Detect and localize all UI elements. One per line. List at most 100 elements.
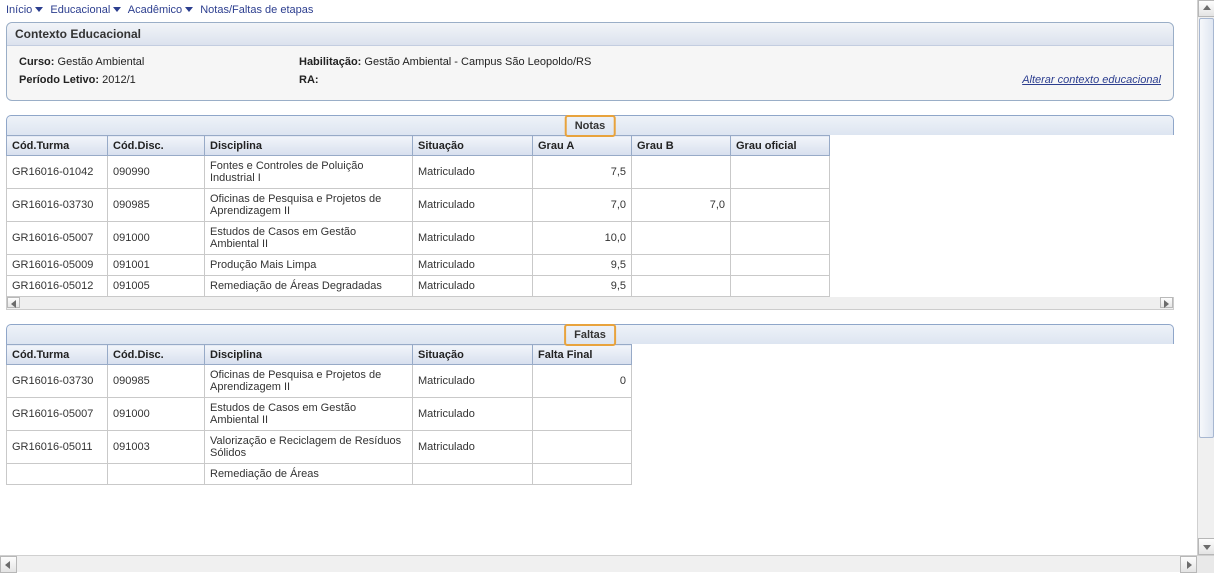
cell-cod-turma: GR16016-05009 [7,255,108,276]
cell-falta-final [533,431,632,464]
th-cod-disc[interactable]: Cód.Disc. [108,136,205,156]
alterar-contexto-link[interactable]: Alterar contexto educacional [1022,74,1161,86]
breadcrumb-item-educacional[interactable]: Educacional [50,4,110,16]
th-situacao[interactable]: Situação [413,345,533,365]
cell-cod-turma: GR16016-01042 [7,156,108,189]
cell-disciplina: Estudos de Casos em Gestão Ambiental II [205,222,413,255]
notas-table: Cód.Turma Cód.Disc. Disciplina Situação … [6,135,830,297]
cell-falta-final [533,398,632,431]
table-row[interactable]: GR16016-01042090990Fontes e Controles de… [7,156,830,189]
scroll-down-icon[interactable] [1198,538,1214,555]
chevron-down-icon [35,7,43,12]
cell-falta-final [533,464,632,485]
th-grau-a[interactable]: Grau A [533,136,632,156]
cell-cod-disc: 090985 [108,189,205,222]
breadcrumb-item-academico[interactable]: Acadêmico [128,4,182,16]
cell-situacao: Matriculado [413,276,533,297]
breadcrumb-item-notas-faltas[interactable]: Notas/Faltas de etapas [200,4,313,16]
cell-grau-a: 9,5 [533,255,632,276]
th-grau-oficial[interactable]: Grau oficial [731,136,830,156]
cell-disciplina: Estudos de Casos em Gestão Ambiental II [205,398,413,431]
periodo-value: 2012/1 [102,74,136,86]
cell-disciplina: Oficinas de Pesquisa e Projetos de Apren… [205,365,413,398]
faltas-section: Faltas Cód.Turma Cód.Disc. Disciplina Si… [6,324,1174,485]
chevron-down-icon [113,7,121,12]
th-situacao[interactable]: Situação [413,136,533,156]
table-row[interactable]: GR16016-05007091000Estudos de Casos em G… [7,398,632,431]
scroll-right-icon[interactable] [1180,556,1197,573]
scroll-left-icon[interactable] [0,556,17,573]
cell-grau-b [632,276,731,297]
scroll-thumb[interactable] [1199,18,1214,438]
table-row[interactable]: Remediação de Áreas [7,464,632,485]
cell-disciplina: Valorização e Reciclagem de Resíduos Sól… [205,431,413,464]
table-row[interactable]: GR16016-05011091003Valorização e Recicla… [7,431,632,464]
cell-cod-disc: 091000 [108,222,205,255]
cell-grau-a: 7,0 [533,189,632,222]
th-falta-final[interactable]: Falta Final [533,345,632,365]
cell-situacao: Matriculado [413,222,533,255]
cell-cod-turma [7,464,108,485]
th-cod-turma[interactable]: Cód.Turma [7,136,108,156]
table-row[interactable]: GR16016-05007091000Estudos de Casos em G… [7,222,830,255]
cell-grau-a: 10,0 [533,222,632,255]
chevron-down-icon [185,7,193,12]
cell-grau-b [632,255,731,276]
cell-cod-disc: 091000 [108,398,205,431]
habilitacao-label: Habilitação: [299,56,361,68]
cell-cod-turma: GR16016-03730 [7,365,108,398]
cell-grau-b [632,222,731,255]
habilitacao-value: Gestão Ambiental - Campus São Leopoldo/R… [364,56,591,68]
notas-horizontal-scrollbar[interactable] [6,297,1174,310]
cell-situacao: Matriculado [413,156,533,189]
cell-situacao: Matriculado [413,189,533,222]
scroll-left-icon[interactable] [7,297,20,308]
cell-cod-disc: 091003 [108,431,205,464]
th-cod-turma[interactable]: Cód.Turma [7,345,108,365]
cell-situacao [413,464,533,485]
cell-cod-disc: 091001 [108,255,205,276]
table-row[interactable]: GR16016-05012091005Remediação de Áreas D… [7,276,830,297]
horizontal-scrollbar[interactable] [0,555,1214,572]
cell-cod-disc [108,464,205,485]
periodo-label: Período Letivo: [19,74,99,86]
cell-grau-oficial [731,189,830,222]
th-cod-disc[interactable]: Cód.Disc. [108,345,205,365]
notas-title: Notas [565,115,616,137]
cell-cod-turma: GR16016-05011 [7,431,108,464]
cell-cod-disc: 091005 [108,276,205,297]
th-disciplina[interactable]: Disciplina [205,136,413,156]
th-grau-b[interactable]: Grau B [632,136,731,156]
cell-grau-b: 7,0 [632,189,731,222]
cell-grau-b [632,156,731,189]
curso-label: Curso: [19,56,54,68]
cell-disciplina: Produção Mais Limpa [205,255,413,276]
faltas-header-row: Cód.Turma Cód.Disc. Disciplina Situação … [7,345,632,365]
breadcrumb: Início Educacional Acadêmico Notas/Falta… [0,0,1180,22]
breadcrumb-item-inicio[interactable]: Início [6,4,32,16]
cell-situacao: Matriculado [413,255,533,276]
cell-disciplina: Fontes e Controles de Poluição Industria… [205,156,413,189]
cell-grau-oficial [731,222,830,255]
cell-cod-turma: GR16016-05012 [7,276,108,297]
cell-grau-oficial [731,255,830,276]
cell-grau-a: 9,5 [533,276,632,297]
table-row[interactable]: GR16016-03730090985Oficinas de Pesquisa … [7,189,830,222]
vertical-scrollbar[interactable] [1197,0,1214,555]
scroll-right-icon[interactable] [1160,297,1173,308]
cell-falta-final: 0 [533,365,632,398]
notas-section: Notas Cód.Turma Cód.Disc. Disciplina Sit… [6,115,1174,297]
scroll-up-icon[interactable] [1198,0,1214,17]
cell-cod-disc: 090985 [108,365,205,398]
scroll-corner [1197,556,1214,573]
context-panel-title: Contexto Educacional [7,23,1173,46]
cell-cod-turma: GR16016-05007 [7,222,108,255]
notas-header-row: Cód.Turma Cód.Disc. Disciplina Situação … [7,136,830,156]
table-row[interactable]: GR16016-05009091001Produção Mais LimpaMa… [7,255,830,276]
cell-cod-turma: GR16016-03730 [7,189,108,222]
cell-situacao: Matriculado [413,431,533,464]
cell-grau-oficial [731,276,830,297]
table-row[interactable]: GR16016-03730090985Oficinas de Pesquisa … [7,365,632,398]
cell-cod-turma: GR16016-05007 [7,398,108,431]
th-disciplina[interactable]: Disciplina [205,345,413,365]
